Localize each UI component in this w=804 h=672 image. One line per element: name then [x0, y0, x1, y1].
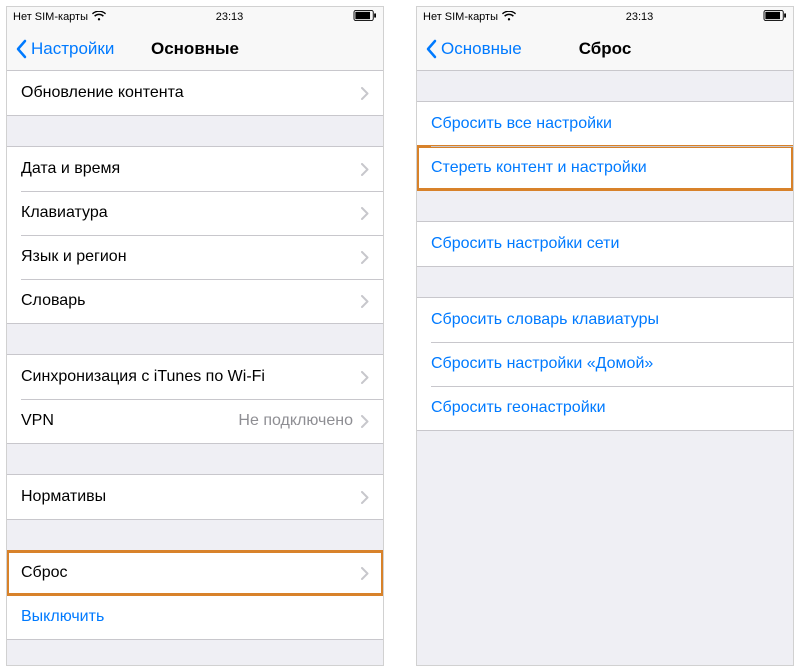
cell-label: Выключить [21, 608, 104, 626]
cell-label: Сбросить словарь клавиатуры [431, 311, 659, 329]
cell-нормативы[interactable]: Нормативы [7, 475, 383, 519]
cell-label: Клавиатура [21, 204, 108, 222]
cell-обновление-контента[interactable]: Обновление контента [7, 71, 383, 115]
cell-accessory [361, 295, 369, 308]
nav-bar: Настройки Основные [7, 27, 383, 71]
cell-group: Сбросить настройки сети [417, 221, 793, 267]
chevron-left-icon [15, 39, 27, 59]
settings-content-left: Обновление контента Дата и время Клавиатур… [7, 71, 383, 665]
back-button[interactable]: Основные [425, 39, 522, 59]
cell-detail: Не подключено [238, 412, 353, 430]
cell-accessory [361, 251, 369, 264]
chevron-right-icon [361, 567, 369, 580]
status-bar: Нет SIM-карты 23:13 [7, 7, 383, 27]
cell-label: Сбросить настройки сети [431, 235, 619, 253]
cell-label: Словарь [21, 292, 85, 310]
back-label: Настройки [31, 39, 114, 59]
chevron-right-icon [361, 491, 369, 504]
cell-клавиатура[interactable]: Клавиатура [7, 191, 383, 235]
cell-дата-и-время[interactable]: Дата и время [7, 147, 383, 191]
nav-title: Сброс [579, 39, 632, 59]
cell-accessory [361, 87, 369, 100]
cell-сбросить-настройки-домой[interactable]: Сбросить настройки «Домой» [417, 342, 793, 386]
nav-title: Основные [151, 39, 239, 59]
back-button[interactable]: Настройки [15, 39, 114, 59]
cell-label: Дата и время [21, 160, 120, 178]
cell-group: Дата и время Клавиатура Язык и регион Слова… [7, 146, 383, 324]
cell-group: Сброс Выключить [7, 550, 383, 640]
cell-group: Нормативы [7, 474, 383, 520]
chevron-right-icon [361, 87, 369, 100]
cell-label: Обновление контента [21, 84, 184, 102]
chevron-right-icon [361, 163, 369, 176]
settings-content-right: Сбросить все настройки Стереть контент и … [417, 71, 793, 665]
cell-group: Обновление контента [7, 71, 383, 116]
cell-сбросить-настройки-сети[interactable]: Сбросить настройки сети [417, 222, 793, 266]
cell-group: Сбросить словарь клавиатуры Сбросить наст… [417, 297, 793, 431]
carrier-text: Нет SIM-карты [13, 11, 88, 23]
battery-icon [763, 10, 787, 24]
wifi-icon [502, 11, 516, 24]
cell-label: Стереть контент и настройки [431, 159, 647, 177]
cell-словарь[interactable]: Словарь [7, 279, 383, 323]
cell-vpn[interactable]: VPN Не подключено [7, 399, 383, 443]
cell-label: VPN [21, 412, 54, 430]
cell-label: Язык и регион [21, 248, 127, 266]
chevron-right-icon [361, 251, 369, 264]
cell-label: Сбросить все настройки [431, 115, 612, 133]
cell-язык-и-регион[interactable]: Язык и регион [7, 235, 383, 279]
cell-accessory [361, 371, 369, 384]
cell-сбросить-все-настройки[interactable]: Сбросить все настройки [417, 102, 793, 146]
cell-сбросить-словарь-клавиатуры[interactable]: Сбросить словарь клавиатуры [417, 298, 793, 342]
cell-label: Сброс [21, 564, 68, 582]
chevron-right-icon [361, 415, 369, 428]
screen-general: Нет SIM-карты 23:13 Настройки Основные О… [6, 6, 384, 666]
chevron-right-icon [361, 207, 369, 220]
cell-label: Синхронизация с iTunes по Wi-Fi [21, 368, 265, 386]
chevron-right-icon [361, 295, 369, 308]
cell-accessory [361, 491, 369, 504]
cell-accessory: Не подключено [238, 412, 369, 430]
status-bar: Нет SIM-карты 23:13 [417, 7, 793, 27]
cell-accessory [361, 567, 369, 580]
chevron-left-icon [425, 39, 437, 59]
cell-accessory [361, 207, 369, 220]
battery-icon [353, 10, 377, 24]
back-label: Основные [441, 39, 522, 59]
cell-выключить[interactable]: Выключить [7, 595, 383, 639]
clock-text: 23:13 [216, 11, 244, 23]
chevron-right-icon [361, 371, 369, 384]
cell-сброс[interactable]: Сброс [7, 551, 383, 595]
cell-group: Сбросить все настройки Стереть контент и … [417, 101, 793, 191]
cell-group: Синхронизация с iTunes по Wi-Fi VPN Не под… [7, 354, 383, 444]
cell-accessory [361, 163, 369, 176]
carrier-text: Нет SIM-карты [423, 11, 498, 23]
cell-label: Сбросить настройки «Домой» [431, 355, 653, 373]
clock-text: 23:13 [626, 11, 654, 23]
nav-bar: Основные Сброс [417, 27, 793, 71]
cell-сбросить-геонастройки[interactable]: Сбросить геонастройки [417, 386, 793, 430]
cell-стереть-контент-и-настройки[interactable]: Стереть контент и настройки [417, 146, 793, 190]
cell-label: Нормативы [21, 488, 106, 506]
cell-синхронизация-с-itunes-по-wi-fi[interactable]: Синхронизация с iTunes по Wi-Fi [7, 355, 383, 399]
wifi-icon [92, 11, 106, 24]
cell-label: Сбросить геонастройки [431, 399, 606, 417]
screen-reset: Нет SIM-карты 23:13 Основные Сброс Сброс… [416, 6, 794, 666]
